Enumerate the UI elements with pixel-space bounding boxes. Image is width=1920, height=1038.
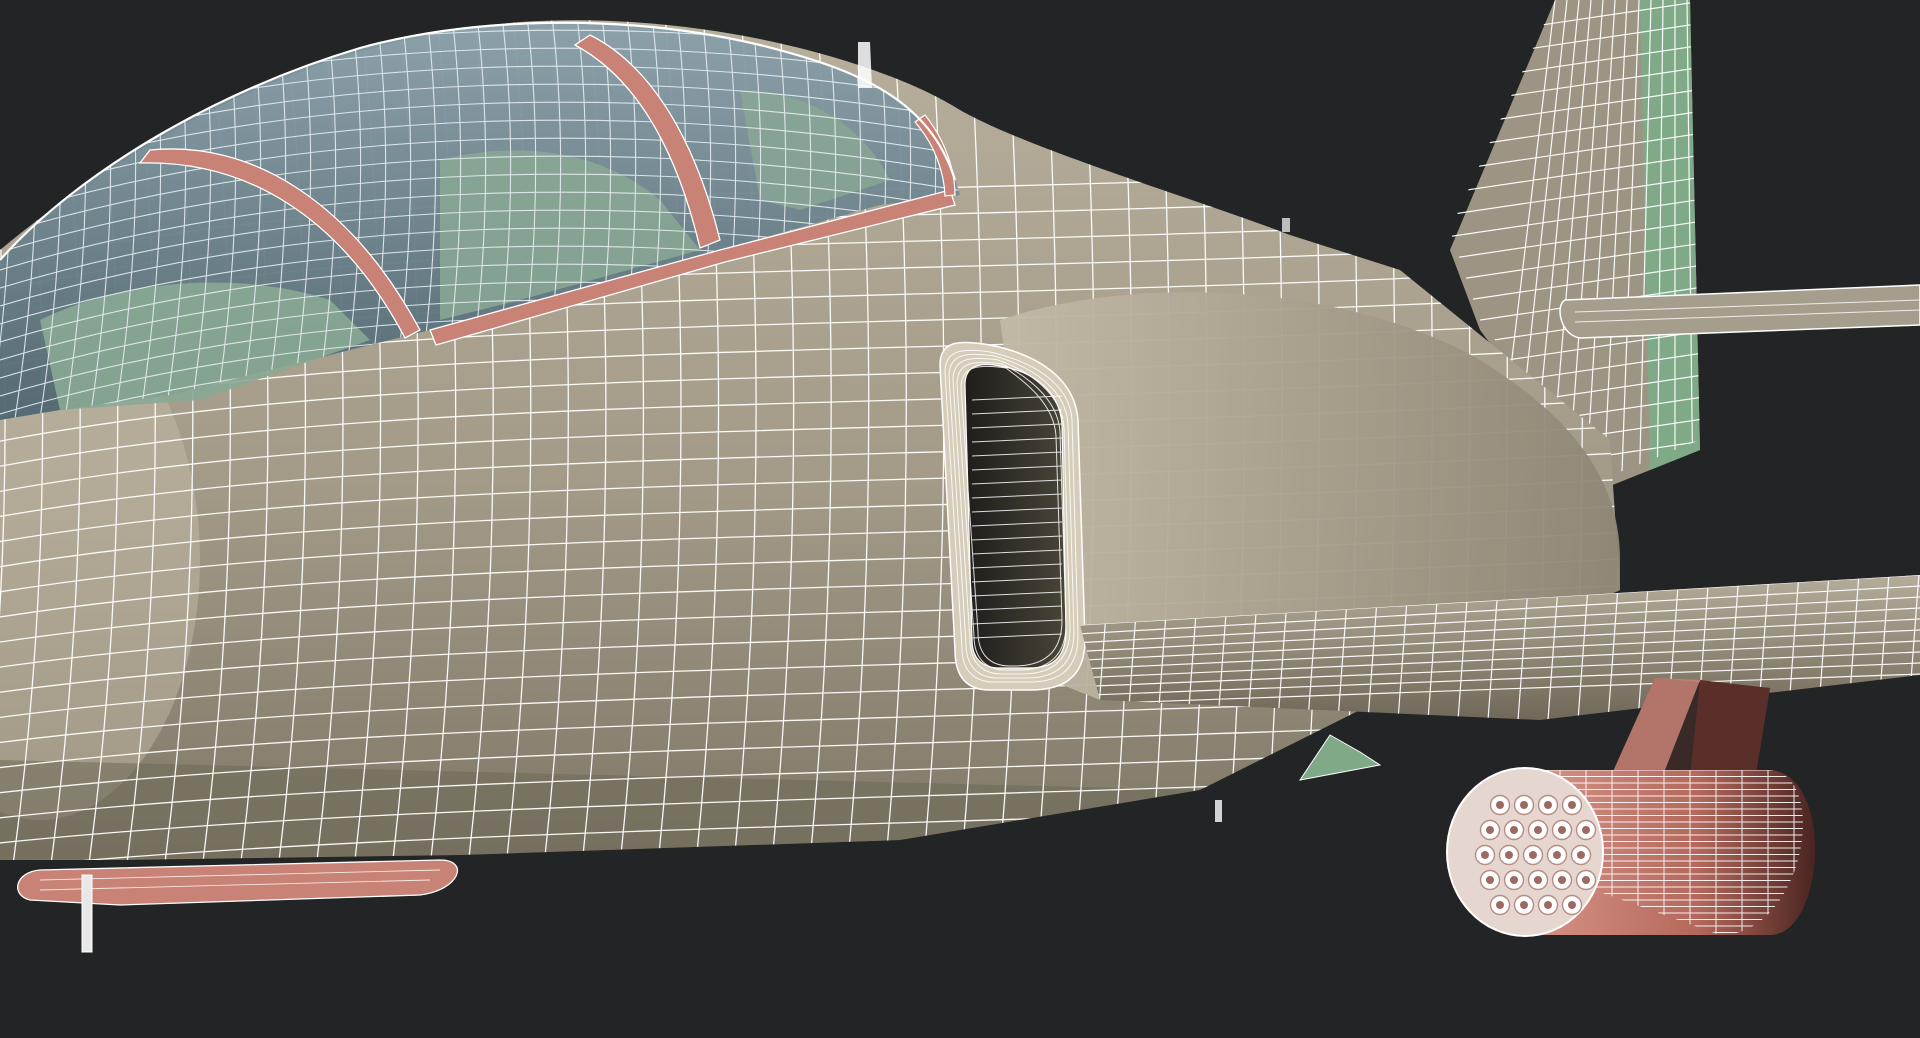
rocket-tube-bore [1486,876,1494,884]
rocket-tube-bore [1568,801,1576,809]
render-viewport [0,0,1920,1038]
belly-antenna [81,874,93,953]
rocket-tube-bore [1496,901,1504,909]
rocket-tube-bore [1505,851,1513,859]
rocket-tube-bore [1544,901,1552,909]
rocket-tube-bore [1558,826,1566,834]
rocket-tube-bore [1534,826,1542,834]
rocket-tube-bore [1520,901,1528,909]
rocket-tube-bore [1496,801,1504,809]
rocket-tube-bore [1529,851,1537,859]
rocket-tube-bore [1520,801,1528,809]
rocket-tube-bore [1486,826,1494,834]
rocket-tube-bore [1510,876,1518,884]
rocket-tube-bore [1568,901,1576,909]
jet-wireframe-scene [0,0,1920,1038]
rocket-tube-bore [1534,876,1542,884]
rocket-tube-bore [1582,876,1590,884]
rocket-tube-bore [1582,826,1590,834]
rocket-tube-bore [1577,851,1585,859]
rocket-tube-bore [1510,826,1518,834]
rocket-tube-bore [1553,851,1561,859]
rocket-tube-bore [1544,801,1552,809]
rocket-pod [1446,767,1816,937]
rocket-tube-bore [1558,876,1566,884]
rocket-tube-bore [1481,851,1489,859]
dorsal-antenna [858,42,872,88]
